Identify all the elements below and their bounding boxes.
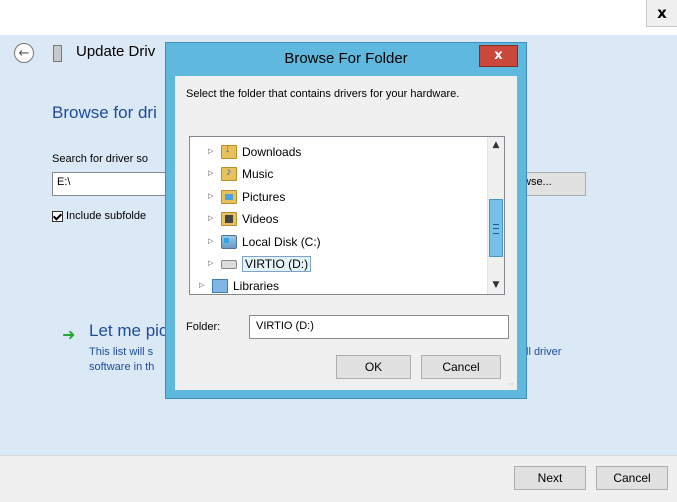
let-me-pick-description-right: ll driver <box>526 346 562 358</box>
folder-label: Folder: <box>186 321 221 333</box>
expand-arrow-icon[interactable]: ▷ <box>199 282 207 290</box>
tree-item-label: VIRTIO (D:) <box>242 256 312 272</box>
let-me-pick-link[interactable]: Let me pic <box>89 321 167 341</box>
tree-item-label: Local Disk (C:) <box>242 235 321 249</box>
tree-item-virtio[interactable]: ▷ VIRTIO (D:) <box>208 254 312 274</box>
wizard-heading: Browse for dri <box>52 103 157 122</box>
wizard-cancel-button[interactable]: Cancel <box>596 466 668 490</box>
back-arrow-icon[interactable]: ← <box>14 43 34 63</box>
local-disk-icon <box>221 235 237 249</box>
include-subfolders-checkbox[interactable]: Include subfolde <box>52 210 146 222</box>
wizard-title: Update Driv <box>76 43 156 60</box>
libraries-icon <box>212 279 228 293</box>
browse-for-folder-dialog: Browse For Folder x Select the folder th… <box>165 42 527 399</box>
dialog-cancel-button[interactable]: Cancel <box>421 355 501 379</box>
vertical-scrollbar[interactable]: ▲ ▼ <box>487 137 504 294</box>
wizard-close-button[interactable]: x <box>646 0 677 27</box>
wizard-footer: Next Cancel <box>0 455 677 502</box>
tree-item-downloads[interactable]: ▷ Downloads <box>208 142 301 162</box>
folder-name-input[interactable]: VIRTIO (D:) <box>249 315 509 339</box>
ok-button[interactable]: OK <box>336 355 411 379</box>
dialog-instruction: Select the folder that contains drivers … <box>186 88 460 100</box>
pictures-folder-icon <box>221 190 237 204</box>
scroll-down-icon[interactable]: ▼ <box>488 277 504 294</box>
tree-item-pictures[interactable]: ▷ Pictures <box>208 187 285 207</box>
tree-item-label: Music <box>242 167 274 181</box>
green-arrow-icon: ➜ <box>62 325 76 344</box>
tree-item-libraries[interactable]: ▷ Libraries <box>199 276 280 294</box>
let-me-pick-description: This list will s <box>89 346 154 358</box>
tree-item-videos[interactable]: ▷ Videos <box>208 209 278 229</box>
expand-arrow-icon[interactable]: ▷ <box>208 238 216 246</box>
wizard-window-top: x <box>0 0 677 35</box>
tree-item-label: Libraries <box>233 279 280 293</box>
let-me-pick-description-2: software in th <box>89 361 155 373</box>
checkbox-checked-icon[interactable] <box>52 210 63 222</box>
tree-item-music[interactable]: ▷ Music <box>208 164 273 184</box>
driver-path-input[interactable]: E:\ <box>52 172 172 196</box>
expand-arrow-icon[interactable]: ▷ <box>208 193 216 201</box>
cd-drive-icon <box>221 259 237 269</box>
dialog-client-area: Select the folder that contains drivers … <box>175 76 517 390</box>
expand-arrow-icon[interactable]: ▷ <box>208 170 216 178</box>
music-folder-icon <box>221 166 237 181</box>
tree-item-local-disk[interactable]: ▷ Local Disk (C:) <box>208 232 321 252</box>
include-subfolders-label: Include subfolde <box>66 210 147 222</box>
resize-grip-icon[interactable]: ⋯ <box>507 380 515 388</box>
tree-item-label: Pictures <box>242 190 286 204</box>
tree-item-label: Downloads <box>242 145 302 159</box>
search-location-label: Search for driver so <box>52 153 148 165</box>
expand-arrow-icon[interactable]: ▷ <box>208 148 216 156</box>
dialog-close-button[interactable]: x <box>479 45 518 67</box>
browse-button[interactable]: wse... <box>520 172 586 196</box>
expand-arrow-icon[interactable]: ▷ <box>208 260 216 268</box>
scroll-up-icon[interactable]: ▲ <box>488 137 504 154</box>
folder-tree[interactable]: ▷ Downloads ▷ Music ▷ Pictures ▷ Videos … <box>189 136 505 295</box>
grip-icon <box>493 224 499 234</box>
downloads-folder-icon <box>221 143 237 159</box>
tree-item-label: Videos <box>242 212 279 226</box>
videos-folder-icon <box>221 212 237 226</box>
expand-arrow-icon[interactable]: ▷ <box>208 215 216 223</box>
dialog-title: Browse For Folder <box>284 50 408 67</box>
next-button[interactable]: Next <box>514 466 586 490</box>
device-icon <box>53 45 62 62</box>
